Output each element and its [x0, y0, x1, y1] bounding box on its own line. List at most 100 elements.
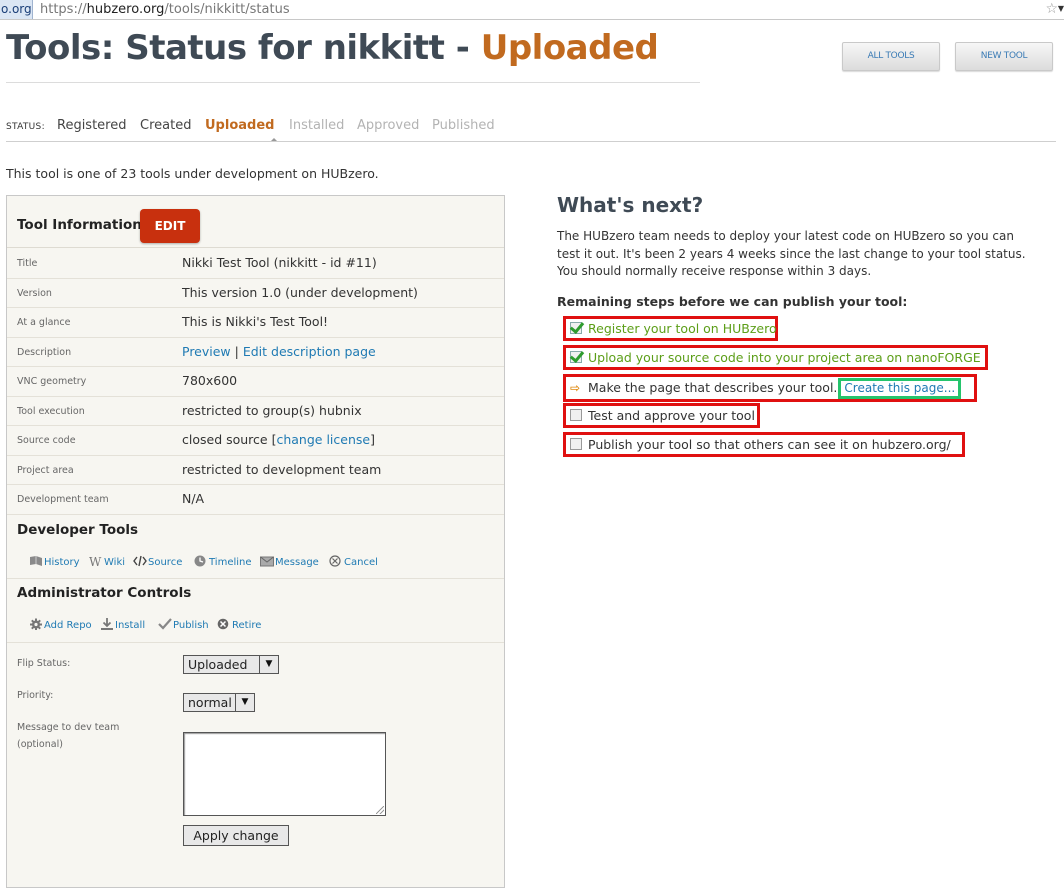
- intro-text: This tool is one of 23 tools under devel…: [6, 166, 379, 181]
- message-sublabel: (optional): [17, 739, 63, 750]
- source-label: Source: [148, 557, 183, 568]
- remaining-steps-heading: Remaining steps before we can publish yo…: [557, 294, 908, 309]
- timeline-icon: [194, 555, 206, 567]
- gear-icon: [30, 618, 42, 630]
- preview-link[interactable]: Preview: [182, 344, 231, 359]
- status-step-registered: Registered: [57, 118, 127, 133]
- checkbox-icon: [570, 409, 582, 421]
- link-separator: |: [230, 343, 243, 359]
- admin-controls-heading: Administrator Controls: [17, 585, 192, 601]
- url-host: hubzero.org: [86, 2, 165, 17]
- retire-label: Retire: [232, 620, 262, 631]
- whats-next-heading: What's next?: [557, 193, 704, 217]
- source-link[interactable]: Source: [133, 555, 182, 568]
- developer-tools-heading: Developer Tools: [17, 522, 139, 538]
- message-icon: [260, 556, 274, 567]
- timeline-label: Timeline: [209, 557, 252, 568]
- timeline-link[interactable]: Timeline: [194, 555, 252, 568]
- chevron-down-icon: ▼: [259, 656, 278, 673]
- step-text: Test and approve your tool: [588, 408, 755, 423]
- wiki-link[interactable]: W Wiki: [89, 555, 125, 568]
- priority-value: normal: [188, 695, 232, 710]
- message-textarea[interactable]: [183, 732, 386, 816]
- info-label: Source code: [17, 435, 76, 446]
- change-license-link[interactable]: change license: [276, 432, 370, 447]
- retire-link[interactable]: Retire: [217, 618, 261, 631]
- whats-next-paragraph: The HUBzero team needs to deploy your la…: [557, 229, 1026, 278]
- check-icon: [158, 618, 172, 630]
- flip-status-value: Uploaded: [188, 657, 248, 672]
- info-label: Version: [17, 287, 52, 299]
- step-item-publish: Publish your tool so that others can see…: [563, 432, 965, 457]
- create-page-link[interactable]: Create this page...: [838, 378, 962, 399]
- cancel-link[interactable]: Cancel: [329, 555, 378, 568]
- url-prefix: https://: [40, 2, 87, 17]
- info-row-tool-execution: Tool execution restricted to group(s) hu…: [7, 397, 504, 426]
- edit-description-link[interactable]: Edit description page: [243, 344, 376, 359]
- step-text[interactable]: Upload your source code into your projec…: [588, 350, 981, 365]
- section-divider: [7, 642, 504, 643]
- checkbox-icon: [570, 438, 582, 450]
- resize-handle-icon[interactable]: [376, 806, 384, 814]
- page-title: Tools: Status for nikkitt - Uploaded: [6, 28, 659, 68]
- site-identity-badge[interactable]: o.org: [0, 0, 33, 19]
- flip-status-select[interactable]: Uploaded ▼: [183, 655, 279, 674]
- info-row-title: Title Nikki Test Tool (nikkitt - id #11): [7, 249, 504, 279]
- wiki-label: Wiki: [104, 557, 126, 568]
- history-link[interactable]: History: [29, 555, 80, 568]
- publish-label: Publish: [173, 620, 209, 631]
- page-title-main: Tools: Status for nikkitt -: [6, 28, 481, 68]
- info-row-vnc-geometry: VNC geometry 780x600: [7, 367, 504, 397]
- status-step-installed: Installed: [289, 118, 345, 133]
- history-label: History: [44, 557, 80, 568]
- status-divider: [6, 141, 1056, 142]
- tool-info-panel: Tool Information EDIT Title Nikki Test T…: [6, 195, 505, 888]
- chevron-down-icon: ▼: [235, 694, 254, 711]
- tool-info-header: Tool Information EDIT: [7, 196, 504, 248]
- step-text[interactable]: Register your tool on HUBzero: [588, 321, 777, 336]
- status-step-uploaded: Uploaded: [205, 118, 275, 133]
- retire-icon: [217, 618, 229, 630]
- info-row-source-code: Source code closed source [change licens…: [7, 426, 504, 456]
- info-label: Description: [17, 346, 72, 358]
- apply-change-button[interactable]: Apply change: [183, 825, 289, 846]
- message-link[interactable]: Message: [260, 555, 319, 568]
- source-prefix: closed source [: [182, 432, 277, 447]
- all-tools-button[interactable]: ALL TOOLS: [842, 42, 940, 71]
- step-text: Publish your tool so that others can see…: [588, 437, 951, 452]
- publish-link[interactable]: Publish: [158, 618, 209, 631]
- flip-status-label: Flip Status:: [17, 658, 71, 669]
- priority-select[interactable]: normal ▼: [183, 693, 255, 712]
- info-value: This version 1.0 (under development): [182, 284, 418, 300]
- info-row-project-area: Project area restricted to development t…: [7, 456, 504, 485]
- title-divider: [6, 82, 700, 83]
- message-label: Message: [275, 557, 319, 568]
- dropdown-arrow-icon[interactable]: ▼: [1058, 4, 1064, 13]
- install-link[interactable]: Install: [100, 618, 145, 631]
- section-divider: [7, 578, 504, 579]
- info-value: N/A: [182, 491, 205, 506]
- checked-checkbox-icon: [570, 351, 582, 363]
- add-repo-link[interactable]: Add Repo: [29, 618, 92, 631]
- message-label: Message to dev team: [17, 722, 120, 733]
- step-item-register: Register your tool on HUBzero: [563, 316, 778, 341]
- cancel-label: Cancel: [344, 557, 378, 568]
- info-value: restricted to development team: [182, 461, 382, 477]
- info-label: Project area: [17, 464, 74, 476]
- url-text[interactable]: https://hubzero.org/tools/nikkitt/status: [40, 0, 290, 19]
- address-bar[interactable]: o.org https://hubzero.org/tools/nikkitt/…: [0, 0, 1064, 20]
- tool-info-heading: Tool Information: [17, 217, 142, 233]
- new-tool-button[interactable]: NEW TOOL: [955, 42, 1053, 71]
- bookmark-star-icon[interactable]: ☆: [1045, 0, 1058, 19]
- edit-button[interactable]: EDIT: [140, 209, 200, 243]
- step-item-upload: Upload your source code into your projec…: [563, 345, 988, 370]
- info-label: VNC geometry: [17, 376, 87, 387]
- install-icon: [101, 618, 113, 630]
- status-step-published: Published: [432, 118, 495, 133]
- info-row-description: Description Preview | Edit description p…: [7, 338, 504, 367]
- install-label: Install: [115, 620, 146, 631]
- wiki-icon: W: [89, 555, 102, 567]
- step-item-test: Test and approve your tool: [563, 403, 760, 428]
- cancel-icon: [329, 555, 341, 567]
- step-text: Make the page that describes your tool.: [588, 380, 838, 395]
